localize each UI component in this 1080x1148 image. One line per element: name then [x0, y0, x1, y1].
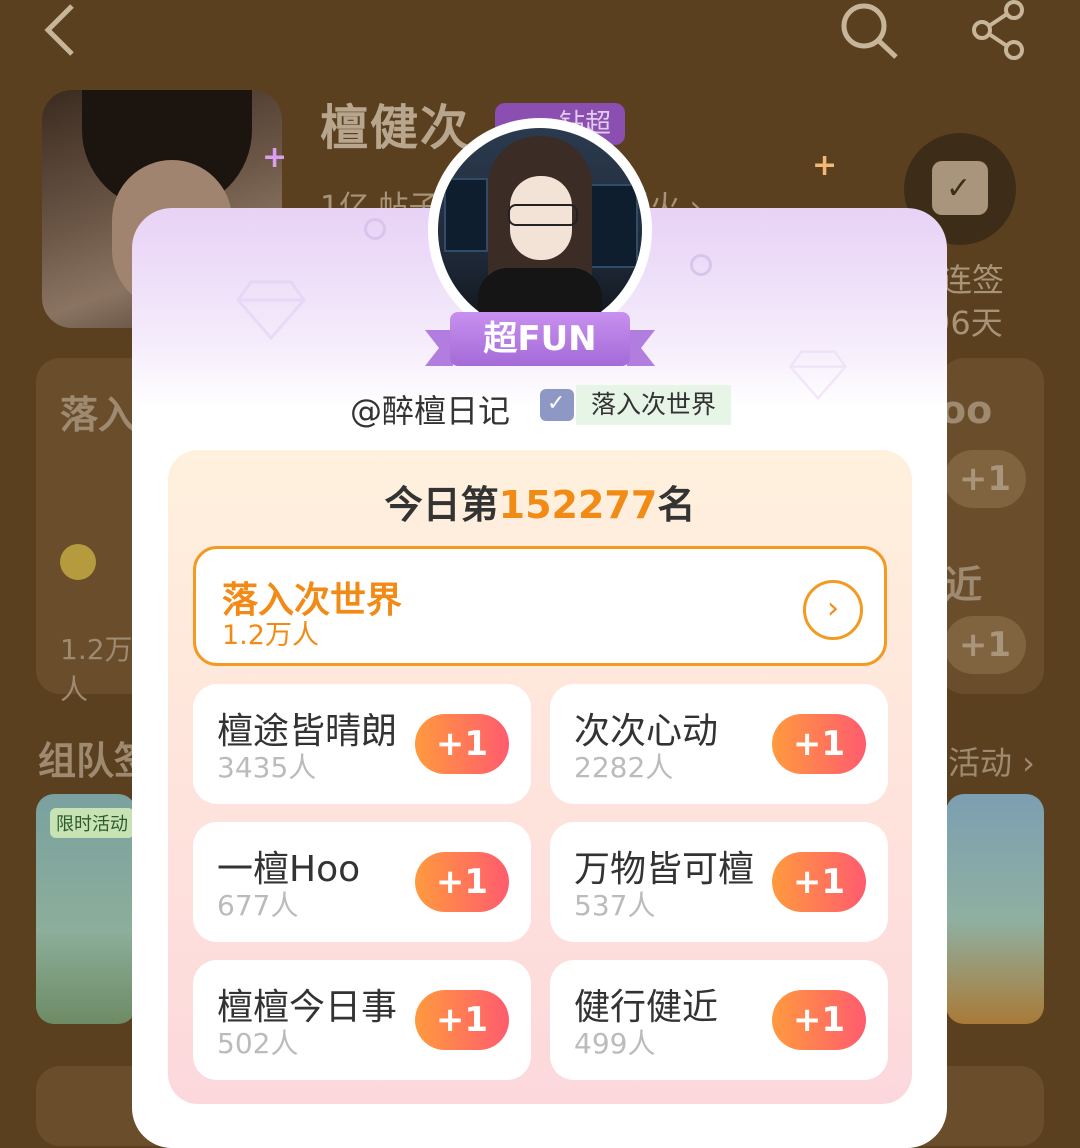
member-avatar [60, 544, 96, 580]
level-ribbon: 超FUN [425, 312, 655, 366]
plus-one-button[interactable]: +1 [415, 714, 509, 774]
group-count: 2282人 [574, 751, 674, 784]
plus-one-button[interactable]: +1 [415, 990, 509, 1050]
daily-rank: 今日第152277名 [0, 474, 1080, 529]
plus-one-button[interactable]: +1 [415, 852, 509, 912]
sparkle-decoration: + [262, 140, 288, 175]
ribbon-tail-right [627, 330, 655, 366]
plus-one-button[interactable]: +1 [944, 616, 1026, 674]
rank-number: 152277 [498, 483, 658, 527]
user-group-tag: 落入次世界 [576, 385, 731, 425]
group-count: 3435人 [217, 751, 317, 784]
limited-activity-tag: 限时活动 [50, 808, 134, 838]
user-avatar-image [438, 128, 642, 332]
circle-decoration [690, 254, 712, 276]
chevron-right-icon[interactable]: › [803, 580, 863, 640]
ribbon-tail-left [425, 330, 453, 366]
diamond-decoration-icon [788, 350, 848, 400]
checkin-label: 连签 [940, 261, 1005, 299]
group-count: 499人 [574, 1027, 656, 1060]
share-icon[interactable] [968, 0, 1030, 60]
rank-prefix: 今日第 [384, 483, 499, 527]
plus-one-button[interactable]: +1 [772, 990, 866, 1050]
top-bar [0, 0, 1080, 70]
plus-one-button[interactable]: +1 [772, 852, 866, 912]
activity-banner-right[interactable] [946, 794, 1044, 1024]
group-chip[interactable]: 健行健近 499人 +1 [550, 960, 888, 1080]
group-count: 677人 [217, 889, 299, 922]
plus-one-button[interactable]: +1 [772, 714, 866, 774]
group-chip[interactable]: 檀檀今日事 502人 +1 [193, 960, 531, 1080]
group-card-right-mid: 近 [944, 563, 983, 607]
sparkle-decoration: + [812, 148, 838, 183]
main-group-chip[interactable]: 落入次世界 1.2万人 › [193, 546, 887, 666]
avatar-monitor [588, 184, 638, 268]
section-more-link[interactable]: 活动 › [948, 738, 1035, 784]
username[interactable]: @醉檀日记 [350, 386, 510, 432]
group-count: 502人 [217, 1027, 299, 1060]
back-arrow-icon[interactable] [40, 2, 80, 58]
calendar-check-icon [540, 389, 574, 421]
topic-title: 檀健次 [320, 100, 471, 156]
circle-decoration [364, 218, 386, 240]
group-count: 537人 [574, 889, 656, 922]
group-card-left-title: 落入 [60, 393, 137, 437]
search-icon[interactable] [838, 0, 900, 60]
rank-suffix: 名 [657, 483, 696, 527]
group-chip[interactable]: 一檀Hoo 677人 +1 [193, 822, 531, 942]
avatar-glasses [508, 204, 578, 226]
avatar-monitor [444, 178, 488, 252]
main-group-count: 1.2万人 [222, 620, 319, 651]
group-chip[interactable]: 檀途皆晴朗 3435人 +1 [193, 684, 531, 804]
group-chip[interactable]: 万物皆可檀 537人 +1 [550, 822, 888, 942]
group-chip[interactable]: 次次心动 2282人 +1 [550, 684, 888, 804]
diamond-decoration-icon [236, 280, 306, 340]
user-avatar[interactable] [428, 118, 652, 342]
activity-banner-left[interactable]: 限时活动 [36, 794, 136, 1024]
group-card-right-top: oo [940, 388, 993, 432]
calendar-check-icon [932, 161, 988, 215]
ribbon-label: 超FUN [450, 312, 630, 366]
